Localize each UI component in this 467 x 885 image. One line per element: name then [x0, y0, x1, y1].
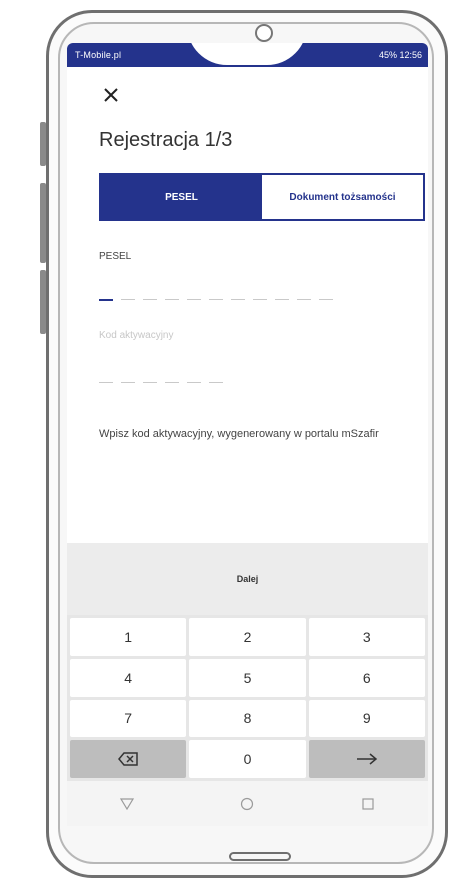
key-1[interactable]: 1	[70, 618, 187, 656]
tab-identity-document[interactable]: Dokument tożsamości	[262, 175, 423, 219]
close-icon[interactable]	[103, 87, 119, 103]
key-2[interactable]: 2	[189, 618, 306, 656]
carrier-text: T-Mobile.pl	[75, 50, 122, 60]
next-bar: Dalej	[67, 543, 428, 615]
backspace-icon	[118, 752, 138, 766]
back-icon[interactable]	[118, 795, 136, 813]
home-icon[interactable]	[238, 795, 256, 813]
key-7[interactable]: 7	[70, 699, 187, 738]
key-8[interactable]: 8	[189, 699, 306, 738]
key-0[interactable]: 0	[189, 740, 306, 778]
screen: T-Mobile.pl 45% 12:56 Rejestracja 1/3 PE…	[67, 43, 428, 826]
key-4[interactable]: 4	[70, 658, 187, 697]
activation-code-label: Kod aktywacyjny	[99, 330, 174, 341]
pesel-input[interactable]	[99, 299, 333, 301]
key-9[interactable]: 9	[308, 699, 425, 738]
arrow-right-icon	[356, 753, 377, 765]
info-text: Wpisz kod aktywacyjny, wygenerowany w po…	[99, 428, 379, 440]
key-5[interactable]: 5	[189, 658, 306, 697]
earpiece	[255, 24, 273, 42]
backspace-key[interactable]	[70, 740, 187, 778]
status-right-text: 45% 12:56	[378, 50, 422, 60]
enter-key[interactable]	[308, 740, 425, 778]
activation-code-input[interactable]	[99, 382, 223, 384]
key-6[interactable]: 6	[308, 658, 425, 697]
tab-pesel[interactable]: PESEL	[101, 175, 262, 219]
system-navigation-bar	[67, 781, 428, 826]
next-button[interactable]: Dalej	[231, 573, 265, 585]
recents-icon[interactable]	[359, 795, 377, 813]
numeric-keypad: 1 2 3 4 5 6 7 8 9 0	[67, 615, 428, 781]
page-title: Rejestracja 1/3	[99, 129, 233, 151]
home-indicator	[229, 852, 291, 861]
pesel-label: PESEL	[99, 251, 132, 262]
document-type-toggle: PESEL Dokument tożsamości	[99, 173, 425, 221]
key-3[interactable]: 3	[308, 618, 425, 656]
